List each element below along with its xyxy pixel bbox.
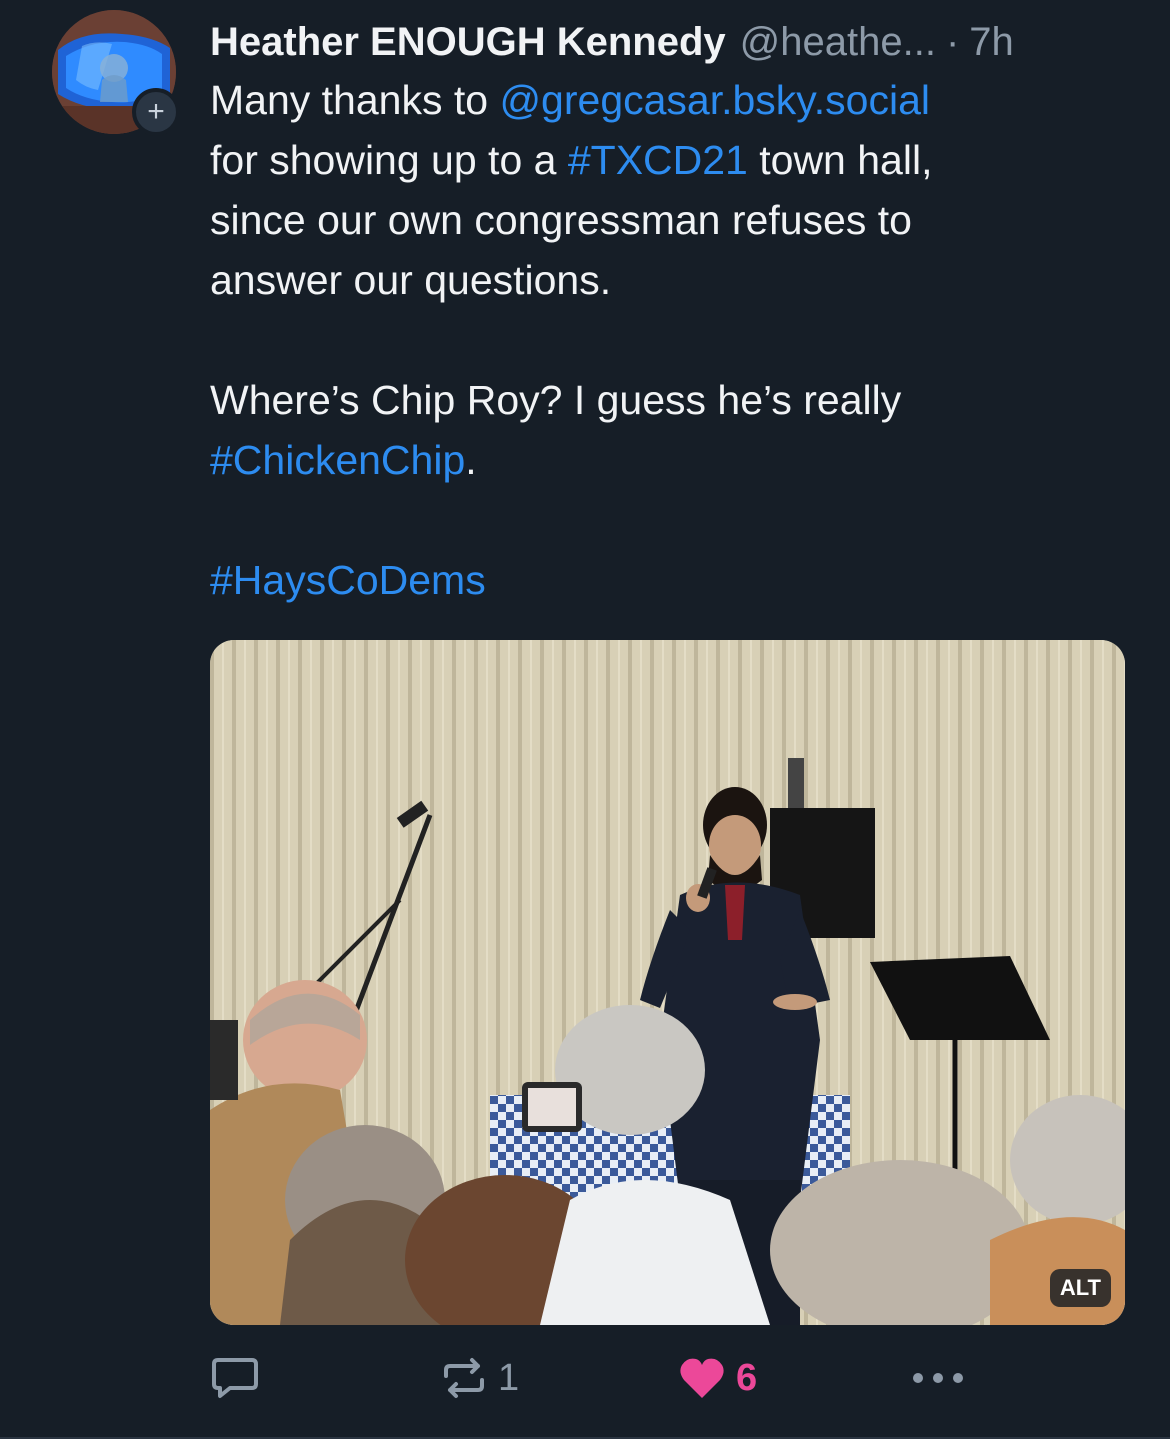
reply-icon [212,1358,258,1398]
post-actions: 1 6 [210,1350,1130,1406]
plus-icon: + [147,95,165,128]
follow-button[interactable]: + [132,88,180,136]
hashtag-chickenchip[interactable]: #ChickenChip [210,437,465,483]
more-icon [913,1373,963,1383]
text-line: #ChickenChip. [210,430,1130,490]
text-line: Many thanks to @gregcasar.bsky.social [210,70,1130,130]
like-count: 6 [736,1356,758,1399]
post-header: Heather ENOUGH Kennedy @heathe... · 7h [210,14,1130,70]
mention-link[interactable]: @gregcasar.bsky.social [499,77,930,123]
text-segment: . [465,437,477,483]
repost-button[interactable]: 1 [440,1350,519,1406]
more-options-button[interactable] [910,1350,966,1406]
hashtag-txcd21[interactable]: #TXCD21 [568,137,748,183]
text-segment: town hall, [747,137,933,183]
post-content: Heather ENOUGH Kennedy @heathe... · 7h M… [210,14,1130,610]
heart-icon [680,1358,724,1398]
post-timestamp[interactable]: 7h [969,14,1014,70]
author-handle[interactable]: @heathe... [740,14,936,70]
text-segment: for showing up to a [210,137,568,183]
alt-text-button[interactable]: ALT [1049,1269,1111,1307]
hashtag-hayscodems[interactable]: #HaysCoDems [210,557,486,603]
text-segment: Many thanks to [210,77,500,123]
repost-icon [444,1358,484,1398]
post[interactable]: + Heather ENOUGH Kennedy @heathe... · 7h… [0,0,1170,1439]
text-line: since our own congressman refuses to [210,197,912,243]
separator-dot: · [945,20,960,64]
like-button[interactable]: 6 [678,1350,757,1406]
text-line: Where’s Chip Roy? I guess he’s really [210,377,902,423]
text-line: for showing up to a #TXCD21 town hall, [210,130,1130,190]
repost-count: 1 [498,1356,520,1399]
avatar-container[interactable]: + [52,10,180,138]
post-image[interactable]: ALT [210,640,1125,1325]
town-hall-photo [210,640,1125,1325]
post-text: Many thanks to @gregcasar.bsky.social fo… [210,70,1130,610]
author-display-name[interactable]: Heather ENOUGH Kennedy [210,14,726,70]
reply-button[interactable] [210,1350,260,1406]
text-line: answer our questions. [210,257,612,303]
text-line: #HaysCoDems [210,550,1130,610]
